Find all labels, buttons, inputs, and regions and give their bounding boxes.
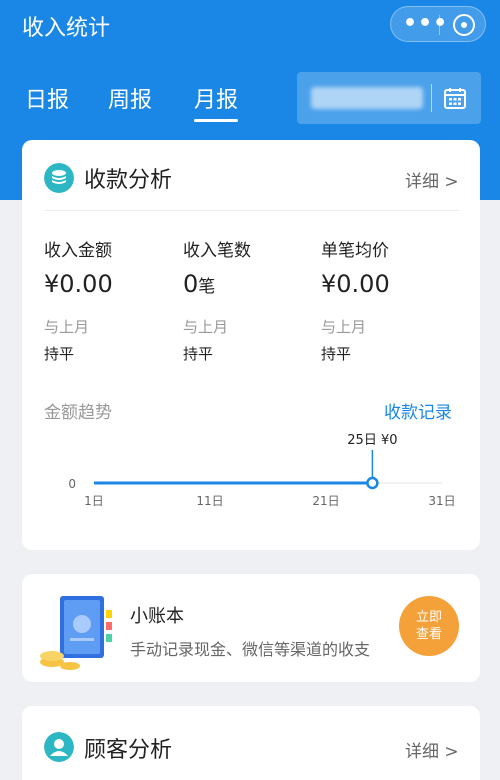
highlight-label: 25日 ¥0	[347, 433, 397, 448]
stat-value-average: ¥0.00	[321, 270, 390, 298]
user-icon	[44, 732, 74, 762]
payment-detail-link[interactable]: 详细 >	[405, 167, 459, 192]
stat-compare-status: 持平	[183, 345, 214, 363]
button-line-1: 立即	[415, 610, 442, 625]
customer-detail-link[interactable]: 详细 >	[405, 737, 459, 762]
stat-value-amount: ¥0.00	[44, 270, 113, 298]
stat-compare-status: 持平	[44, 345, 75, 363]
stat-compare-label: 与上月	[183, 318, 229, 336]
date-picker[interactable]	[297, 72, 481, 124]
stat-compare-label: 与上月	[321, 318, 367, 336]
blurred-date	[311, 87, 423, 109]
stat-label-average: 单笔均价	[321, 241, 389, 261]
customer-analysis-title: 顾客分析	[84, 738, 173, 763]
stat-number: 0	[183, 270, 199, 298]
date-divider	[431, 84, 432, 112]
tab-daily[interactable]: 日报	[25, 82, 69, 114]
ledger-description: 手动记录现金、微信等渠道的收支	[130, 640, 371, 659]
capsule-divider	[439, 15, 440, 35]
stat-label-count: 收入笔数	[183, 241, 251, 261]
ledger-book-icon	[40, 596, 112, 670]
close-mini-program-icon[interactable]	[453, 14, 475, 36]
coins-icon	[44, 163, 74, 193]
tab-monthly[interactable]: 月报	[194, 82, 239, 122]
ledger-card[interactable]: 小账本 手动记录现金、微信等渠道的收支 立即 查看	[22, 574, 480, 682]
view-now-button[interactable]: 立即 查看	[399, 596, 459, 656]
stat-value-count: 0笔	[183, 270, 215, 298]
stat-label-amount: 收入金额	[44, 241, 112, 261]
stat-unit: 笔	[198, 277, 216, 297]
button-line-2: 查看	[415, 627, 442, 642]
x-tick-label: 31日	[428, 494, 455, 508]
x-tick-label: 11日	[196, 494, 223, 508]
section-divider	[44, 210, 460, 211]
tab-weekly[interactable]: 周报	[108, 82, 152, 114]
stat-compare-label: 与上月	[44, 318, 90, 336]
page-title: 收入统计	[22, 16, 111, 41]
calendar-icon[interactable]	[443, 86, 467, 110]
more-icon[interactable]: •••	[403, 11, 448, 36]
customer-analysis-card: 顾客分析 详细 >	[22, 706, 480, 780]
y-tick-label: 0	[68, 477, 76, 491]
highlight-point	[366, 476, 379, 490]
stat-number: ¥0.00	[321, 270, 390, 298]
payment-analysis-title: 收款分析	[84, 168, 173, 193]
stat-compare-status: 持平	[321, 345, 352, 363]
mini-program-capsule: •••	[390, 6, 486, 42]
x-tick-label: 1日	[84, 494, 104, 508]
stat-number: ¥0.00	[44, 270, 113, 298]
amount-trend-chart: 0 1日 11日 21日 31日 25日 ¥0	[68, 433, 455, 508]
payment-analysis-card: 收款分析 详细 > 收入金额 ¥0.00 与上月 持平 收入笔数 0笔 与上月 …	[22, 140, 480, 550]
ledger-title: 小账本	[130, 606, 184, 627]
x-tick-label: 21日	[312, 494, 339, 508]
